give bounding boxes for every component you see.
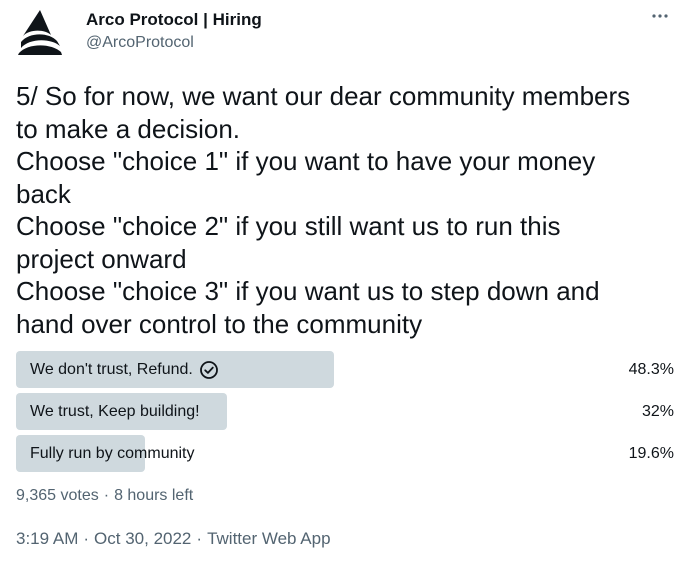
time-left: 8 hours left bbox=[114, 487, 194, 504]
tweet-line: hand over control to the community bbox=[16, 308, 423, 339]
poll-option: We don't trust, Refund. 48.3% bbox=[16, 351, 674, 388]
separator-dot: · bbox=[196, 529, 203, 548]
tweet-source[interactable]: Twitter Web App bbox=[207, 529, 330, 548]
tweet-footer: 3:19 AM · Oct 30, 2022 · Twitter Web App bbox=[16, 529, 331, 549]
separator-dot: · bbox=[83, 529, 90, 548]
avatar[interactable] bbox=[16, 8, 64, 56]
poll-option: We trust, Keep building! 32% bbox=[16, 393, 674, 430]
poll-option-label: We trust, Keep building! bbox=[30, 403, 200, 420]
poll-meta: 9,365 votes · 8 hours left bbox=[16, 487, 193, 505]
tweet-date[interactable]: Oct 30, 2022 bbox=[94, 529, 191, 548]
check-circle-icon bbox=[199, 360, 218, 379]
poll-option: Fully run by community 19.6% bbox=[16, 435, 674, 472]
user-handle[interactable]: @ArcoProtocol bbox=[86, 34, 194, 52]
tweet-line: 5/ So for now, we want our dear communit… bbox=[16, 81, 631, 111]
poll-option-percent: 48.3% bbox=[628, 361, 674, 378]
vote-count: 9,365 votes bbox=[16, 487, 99, 504]
poll-option-percent: 19.6% bbox=[628, 445, 674, 462]
poll-option-label: We don't trust, Refund. bbox=[30, 361, 193, 378]
separator-dot: · bbox=[103, 487, 110, 504]
tweet-time[interactable]: 3:19 AM bbox=[16, 529, 78, 548]
tweet-line: Choose "choice 3" if you want us to step… bbox=[16, 276, 600, 306]
tweet-line: Choose "choice 2" if you still want us t… bbox=[16, 211, 561, 241]
more-horizontal-icon[interactable] bbox=[648, 4, 672, 28]
display-name[interactable]: Arco Protocol | Hiring bbox=[86, 10, 262, 30]
poll-option-percent: 32% bbox=[641, 403, 674, 420]
tweet-line: project onward bbox=[16, 243, 187, 274]
tweet-line: back bbox=[16, 178, 71, 209]
poll: We don't trust, Refund. 48.3% We trust, … bbox=[16, 351, 674, 477]
tweet-line: Choose "choice 1" if you want to have yo… bbox=[16, 146, 596, 176]
tweet-text: 5/ So for now, we want our dear communit… bbox=[16, 80, 686, 340]
poll-option-label: Fully run by community bbox=[30, 445, 195, 462]
tweet-line: to make a decision. bbox=[16, 113, 241, 144]
